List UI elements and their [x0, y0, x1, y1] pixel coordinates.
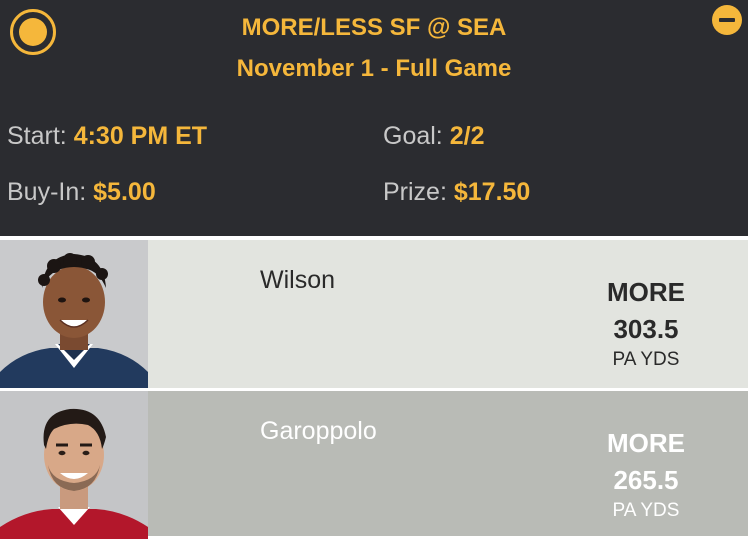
player-photo: [0, 391, 148, 539]
buyin-info: Buy-In: $5.00: [7, 178, 156, 207]
contest-title: MORE/LESS SF @ SEA: [241, 14, 507, 41]
buyin-label: Buy-In:: [7, 178, 87, 206]
goal-label: Goal:: [383, 122, 443, 150]
start-info: Start: 4:30 PM ET: [7, 122, 207, 151]
pick-choice[interactable]: MORE: [596, 428, 696, 459]
pick-stat-block: MORE 265.5 PA YDS: [596, 391, 696, 521]
prize-label: Prize:: [383, 178, 447, 206]
goal-value: 2/2: [449, 122, 485, 150]
pick-stat-type: PA YDS: [612, 500, 680, 521]
prize-value: $17.50: [453, 178, 531, 206]
pick-stat-block: MORE 303.5 PA YDS: [596, 240, 696, 370]
pick-line: 265.5: [613, 465, 679, 495]
prize-info: Prize: $17.50: [383, 178, 530, 207]
pick-row[interactable]: Garoppolo MORE 265.5 PA YDS: [0, 391, 748, 539]
contest-subtitle: November 1 - Full Game: [236, 55, 512, 82]
contest-header: MORE/LESS SF @ SEA November 1 - Full Gam…: [0, 0, 748, 236]
pick-choice[interactable]: MORE: [596, 277, 696, 308]
start-label: Start:: [7, 122, 67, 150]
player-name: Garoppolo: [260, 417, 377, 445]
pick-row[interactable]: Wilson MORE 303.5 PA YDS: [0, 240, 748, 388]
pick-line: 303.5: [613, 314, 679, 344]
divider: [0, 236, 748, 239]
player-photo: [0, 240, 148, 388]
pick-stat-type: PA YDS: [612, 349, 680, 370]
buyin-value: $5.00: [93, 178, 156, 206]
start-value: 4:30 PM ET: [73, 122, 208, 150]
goal-info: Goal: 2/2: [383, 122, 484, 151]
player-name: Wilson: [260, 266, 336, 294]
